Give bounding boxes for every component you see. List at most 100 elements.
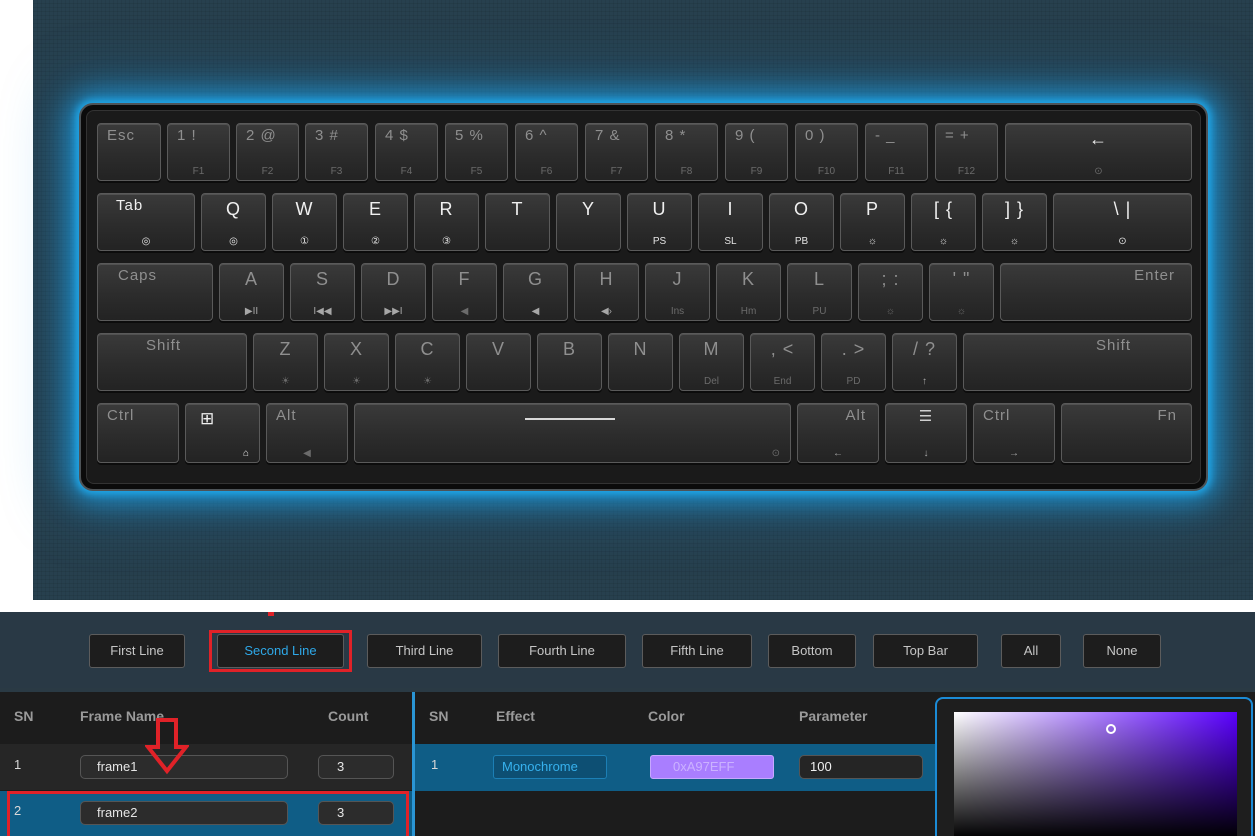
key-left-bracket[interactable]: [ {☼ — [911, 193, 976, 251]
key-caps[interactable]: Caps — [97, 263, 213, 321]
key-equals[interactable]: = + F12 — [935, 123, 998, 181]
key-4[interactable]: 4 $ F4 — [375, 123, 438, 181]
tab-all[interactable]: All — [1001, 634, 1061, 668]
frame-count-field[interactable]: 3 — [318, 755, 394, 779]
key-g[interactable]: G ◀ — [503, 263, 568, 321]
key-menu[interactable]: ☰ ↓ — [885, 403, 967, 463]
key-right-shift[interactable]: Shift — [963, 333, 1192, 391]
header-effect: Effect — [496, 708, 535, 724]
key-e[interactable]: E② — [343, 193, 408, 251]
annotation-highlight-box — [209, 630, 352, 672]
key-comma[interactable]: , < End — [750, 333, 815, 391]
key-slash[interactable]: / ? ↑ — [892, 333, 957, 391]
line-tab-bar: First Line Second Line Third Line Fourth… — [0, 612, 1255, 688]
content-area: SN Frame Name Count 1 frame1 3 2 frame2 … — [0, 692, 1255, 836]
key-k[interactable]: K Hm — [716, 263, 781, 321]
key-minus[interactable]: - _ F11 — [865, 123, 928, 181]
effect-row-selected[interactable]: 1 Monochrome 0xA97EFF 100 — [415, 744, 935, 791]
key-right-bracket[interactable]: ] } ☼ — [982, 193, 1047, 251]
key-7[interactable]: 7 & F7 — [585, 123, 648, 181]
key-m[interactable]: M Del — [679, 333, 744, 391]
key-z[interactable]: Z ☀ — [253, 333, 318, 391]
effect-table: SN Effect Color Parameter 1 Monochrome 0… — [415, 692, 935, 836]
menu-icon: ☰ — [918, 408, 934, 425]
key-3[interactable]: 3 # F3 — [305, 123, 368, 181]
key-left-shift[interactable]: Shift — [97, 333, 247, 391]
annotation-tick — [268, 612, 274, 616]
key-right-ctrl[interactable]: Ctrl → — [973, 403, 1055, 463]
key-w[interactable]: W① — [272, 193, 337, 251]
key-semicolon[interactable]: ; : ☼ — [858, 263, 923, 321]
tab-bottom[interactable]: Bottom — [768, 634, 856, 668]
key-o[interactable]: O PB — [769, 193, 834, 251]
key-backspace[interactable]: ← ⊙ — [1005, 123, 1192, 181]
windows-icon: ⊞ — [200, 409, 216, 428]
effect-row-sn: 1 — [431, 757, 439, 772]
key-left-ctrl[interactable]: Ctrl — [97, 403, 179, 463]
frame-table-header: SN Frame Name Count — [0, 692, 412, 744]
color-picker-gradient[interactable] — [954, 712, 1237, 836]
key-d[interactable]: D ▶▶I — [361, 263, 426, 321]
key-b[interactable]: B — [537, 333, 602, 391]
key-v[interactable]: V — [466, 333, 531, 391]
key-left-alt[interactable]: Alt ◀ — [266, 403, 348, 463]
key-2[interactable]: 2 @ F2 — [236, 123, 299, 181]
key-s[interactable]: S I◀◀ — [290, 263, 355, 321]
header-count: Count — [328, 708, 369, 724]
key-tab[interactable]: Tab ◎ — [97, 193, 195, 251]
down-arrow-icon — [145, 718, 189, 775]
annotation-row-highlight — [7, 791, 409, 836]
effect-select[interactable]: Monochrome — [493, 755, 607, 779]
color-picker-handle[interactable] — [1106, 724, 1116, 734]
key-right-alt[interactable]: Alt ← — [797, 403, 879, 463]
key-quote[interactable]: ' " ☼ — [929, 263, 994, 321]
key-fn[interactable]: Fn — [1061, 403, 1192, 463]
key-t[interactable]: T — [485, 193, 550, 251]
frame-row-sn: 1 — [14, 757, 22, 772]
key-i[interactable]: I SL — [698, 193, 763, 251]
tab-top-bar[interactable]: Top Bar — [873, 634, 978, 668]
key-h[interactable]: H ◀› — [574, 263, 639, 321]
header-color: Color — [648, 708, 685, 724]
key-6[interactable]: 6 ^ F6 — [515, 123, 578, 181]
key-x[interactable]: X ☀ — [324, 333, 389, 391]
key-5[interactable]: 5 % F5 — [445, 123, 508, 181]
key-p[interactable]: P ☼ — [840, 193, 905, 251]
key-8[interactable]: 8 * F8 — [655, 123, 718, 181]
keyboard-case: Esc 1 ! F1 2 @ F2 3 # F3 4 $ F4 5 % F5 6 ^ F6 … — [79, 103, 1208, 491]
key-f[interactable]: F ◀ — [432, 263, 497, 321]
tab-none[interactable]: None — [1083, 634, 1161, 668]
key-0[interactable]: 0 ) F10 — [795, 123, 858, 181]
key-9[interactable]: 9 (F9 — [725, 123, 788, 181]
tab-fourth-line[interactable]: Fourth Line — [498, 634, 626, 668]
key-enter[interactable]: Enter — [1000, 263, 1192, 321]
frame-row-selected[interactable]: 2 frame2 3 — [0, 791, 412, 836]
key-space[interactable]: ⊙ — [354, 403, 791, 463]
key-period[interactable]: . > PD — [821, 333, 886, 391]
key-j[interactable]: J Ins — [645, 263, 710, 321]
key-a[interactable]: A ▶II — [219, 263, 284, 321]
key-y[interactable]: Y — [556, 193, 621, 251]
key-u[interactable]: U PS — [627, 193, 692, 251]
frame-table: SN Frame Name Count 1 frame1 3 2 frame2 … — [0, 692, 412, 836]
key-q[interactable]: Q ◎ — [201, 193, 266, 251]
header-parameter: Parameter — [799, 708, 868, 724]
color-picker-panel — [935, 697, 1253, 836]
color-swatch[interactable]: 0xA97EFF — [650, 755, 774, 779]
tab-first-line[interactable]: First Line — [89, 634, 185, 668]
effect-table-header: SN Effect Color Parameter — [415, 692, 935, 744]
key-backslash[interactable]: \ | ⊙ — [1053, 193, 1192, 251]
tab-third-line[interactable]: Third Line — [367, 634, 482, 668]
tab-fifth-line[interactable]: Fifth Line — [642, 634, 752, 668]
key-r[interactable]: R③ — [414, 193, 479, 251]
key-esc[interactable]: Esc — [97, 123, 161, 181]
key-n[interactable]: N — [608, 333, 673, 391]
key-c[interactable]: C ☀ — [395, 333, 460, 391]
parameter-field[interactable]: 100 — [799, 755, 923, 779]
key-1[interactable]: 1 ! F1 — [167, 123, 230, 181]
header-sn: SN — [14, 708, 34, 724]
keyboard-plate: Esc 1 ! F1 2 @ F2 3 # F3 4 $ F4 5 % F5 6 ^ F6 … — [86, 110, 1201, 484]
key-win[interactable]: ⊞ ⌂ — [185, 403, 260, 463]
key-l[interactable]: L PU — [787, 263, 852, 321]
frame-row[interactable]: 1 frame1 3 — [0, 744, 412, 790]
